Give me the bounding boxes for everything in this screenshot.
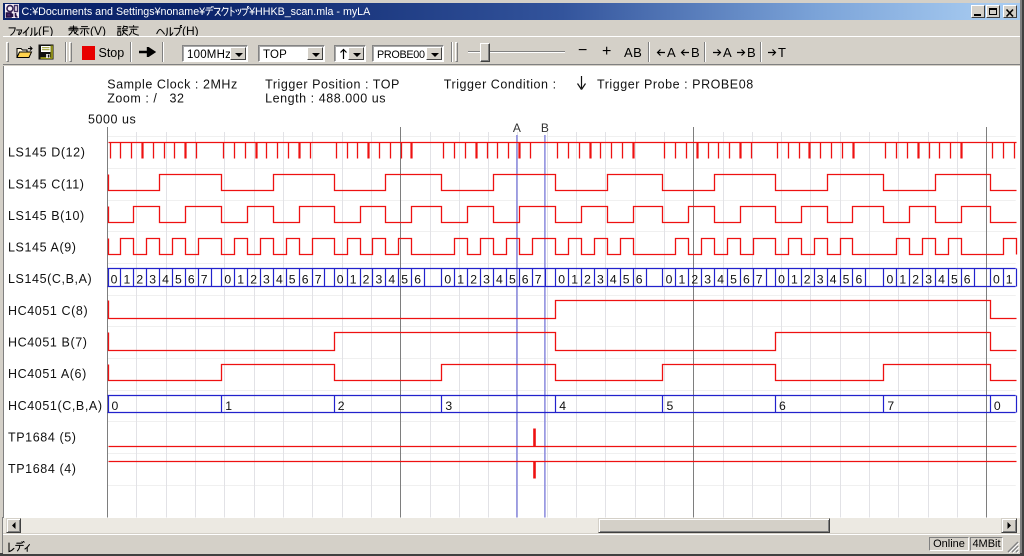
svg-text:6: 6 <box>743 272 750 286</box>
svg-text:Sample Clock : 2MHz: Sample Clock : 2MHz <box>107 78 238 92</box>
svg-text:6: 6 <box>522 272 529 286</box>
svg-text:6: 6 <box>964 272 971 286</box>
svg-text:5: 5 <box>730 272 737 286</box>
svg-text:LS145 D(12): LS145 D(12) <box>8 146 85 160</box>
svg-text:1: 1 <box>457 272 464 286</box>
svg-text:LS145(C,B,A): LS145(C,B,A) <box>8 272 92 286</box>
svg-text:4: 4 <box>276 272 283 286</box>
svg-text:1: 1 <box>899 272 906 286</box>
svg-text:HC4051 C(8): HC4051 C(8) <box>8 304 88 318</box>
svg-text:5: 5 <box>289 272 296 286</box>
svg-text:1: 1 <box>225 399 232 413</box>
svg-text:3: 3 <box>925 272 932 286</box>
svg-text:3: 3 <box>376 272 383 286</box>
svg-text:LS145 A(9): LS145 A(9) <box>8 241 77 255</box>
svg-text:0: 0 <box>224 272 231 286</box>
svg-text:Zoom : / 32: Zoom : / 32 <box>107 92 184 106</box>
svg-text:5: 5 <box>401 272 408 286</box>
svg-text:7: 7 <box>201 272 208 286</box>
svg-text:3: 3 <box>483 272 490 286</box>
svg-text:6: 6 <box>414 272 421 286</box>
svg-text:3: 3 <box>704 272 711 286</box>
svg-text:7: 7 <box>756 272 763 286</box>
svg-text:3: 3 <box>263 272 270 286</box>
svg-text:4: 4 <box>610 272 617 286</box>
svg-text:0: 0 <box>444 272 451 286</box>
svg-text:4: 4 <box>938 272 945 286</box>
svg-text:5000 us: 5000 us <box>88 113 136 127</box>
svg-text:1: 1 <box>679 272 686 286</box>
svg-text:2: 2 <box>912 272 919 286</box>
svg-text:0: 0 <box>111 272 118 286</box>
svg-text:TP1684 (5): TP1684 (5) <box>8 431 77 445</box>
svg-text:6: 6 <box>779 399 786 413</box>
svg-text:2: 2 <box>584 272 591 286</box>
svg-text:LS145 C(11): LS145 C(11) <box>8 177 85 191</box>
svg-text:1: 1 <box>124 272 131 286</box>
svg-text:3: 3 <box>445 399 452 413</box>
svg-text:HC4051 A(6): HC4051 A(6) <box>8 367 87 381</box>
svg-text:5: 5 <box>951 272 958 286</box>
svg-text:2: 2 <box>250 272 257 286</box>
svg-text:B: B <box>541 121 549 135</box>
svg-text:1: 1 <box>791 272 798 286</box>
svg-text:6: 6 <box>636 272 643 286</box>
svg-text:0: 0 <box>666 272 673 286</box>
svg-text:6: 6 <box>856 272 863 286</box>
svg-text:4: 4 <box>830 272 837 286</box>
svg-text:0: 0 <box>887 272 894 286</box>
svg-text:0: 0 <box>993 272 1000 286</box>
svg-text:5: 5 <box>509 272 516 286</box>
svg-text:2: 2 <box>338 399 345 413</box>
svg-text:2: 2 <box>691 272 698 286</box>
svg-text:1: 1 <box>1006 272 1013 286</box>
svg-text:4: 4 <box>162 272 169 286</box>
svg-text:0: 0 <box>337 272 344 286</box>
svg-text:LS145 B(10): LS145 B(10) <box>8 209 85 223</box>
svg-text:0: 0 <box>558 272 565 286</box>
svg-text:2: 2 <box>470 272 477 286</box>
svg-text:Trigger Probe : PROBE08: Trigger Probe : PROBE08 <box>597 78 754 92</box>
svg-text:3: 3 <box>597 272 604 286</box>
svg-text:TP1684 (4): TP1684 (4) <box>8 462 77 476</box>
svg-text:6: 6 <box>188 272 195 286</box>
svg-text:HC4051 B(7): HC4051 B(7) <box>8 336 88 350</box>
svg-text:1: 1 <box>350 272 357 286</box>
svg-text:2: 2 <box>136 272 143 286</box>
svg-text:0: 0 <box>778 272 785 286</box>
svg-text:7: 7 <box>315 272 322 286</box>
svg-text:Trigger Position : TOP: Trigger Position : TOP <box>265 78 400 92</box>
svg-text:5: 5 <box>623 272 630 286</box>
svg-text:2: 2 <box>363 272 370 286</box>
svg-text:Length : 488.000 us: Length : 488.000 us <box>265 92 386 106</box>
svg-text:3: 3 <box>149 272 156 286</box>
svg-text:7: 7 <box>887 399 894 413</box>
svg-text:1: 1 <box>237 272 244 286</box>
svg-text:4: 4 <box>717 272 724 286</box>
svg-text:3: 3 <box>817 272 824 286</box>
svg-text:HC4051(C,B,A): HC4051(C,B,A) <box>8 399 103 413</box>
svg-text:4: 4 <box>496 272 503 286</box>
svg-text:5: 5 <box>175 272 182 286</box>
svg-text:A: A <box>513 121 521 135</box>
svg-text:2: 2 <box>804 272 811 286</box>
svg-text:0: 0 <box>112 399 119 413</box>
svg-text:6: 6 <box>302 272 309 286</box>
svg-text:1: 1 <box>571 272 578 286</box>
svg-text:Trigger Condition :: Trigger Condition : <box>444 78 557 92</box>
svg-text:4: 4 <box>388 272 395 286</box>
svg-text:5: 5 <box>667 399 674 413</box>
svg-text:4: 4 <box>559 399 566 413</box>
svg-text:7: 7 <box>535 272 542 286</box>
svg-text:5: 5 <box>843 272 850 286</box>
svg-text:0: 0 <box>994 399 1001 413</box>
